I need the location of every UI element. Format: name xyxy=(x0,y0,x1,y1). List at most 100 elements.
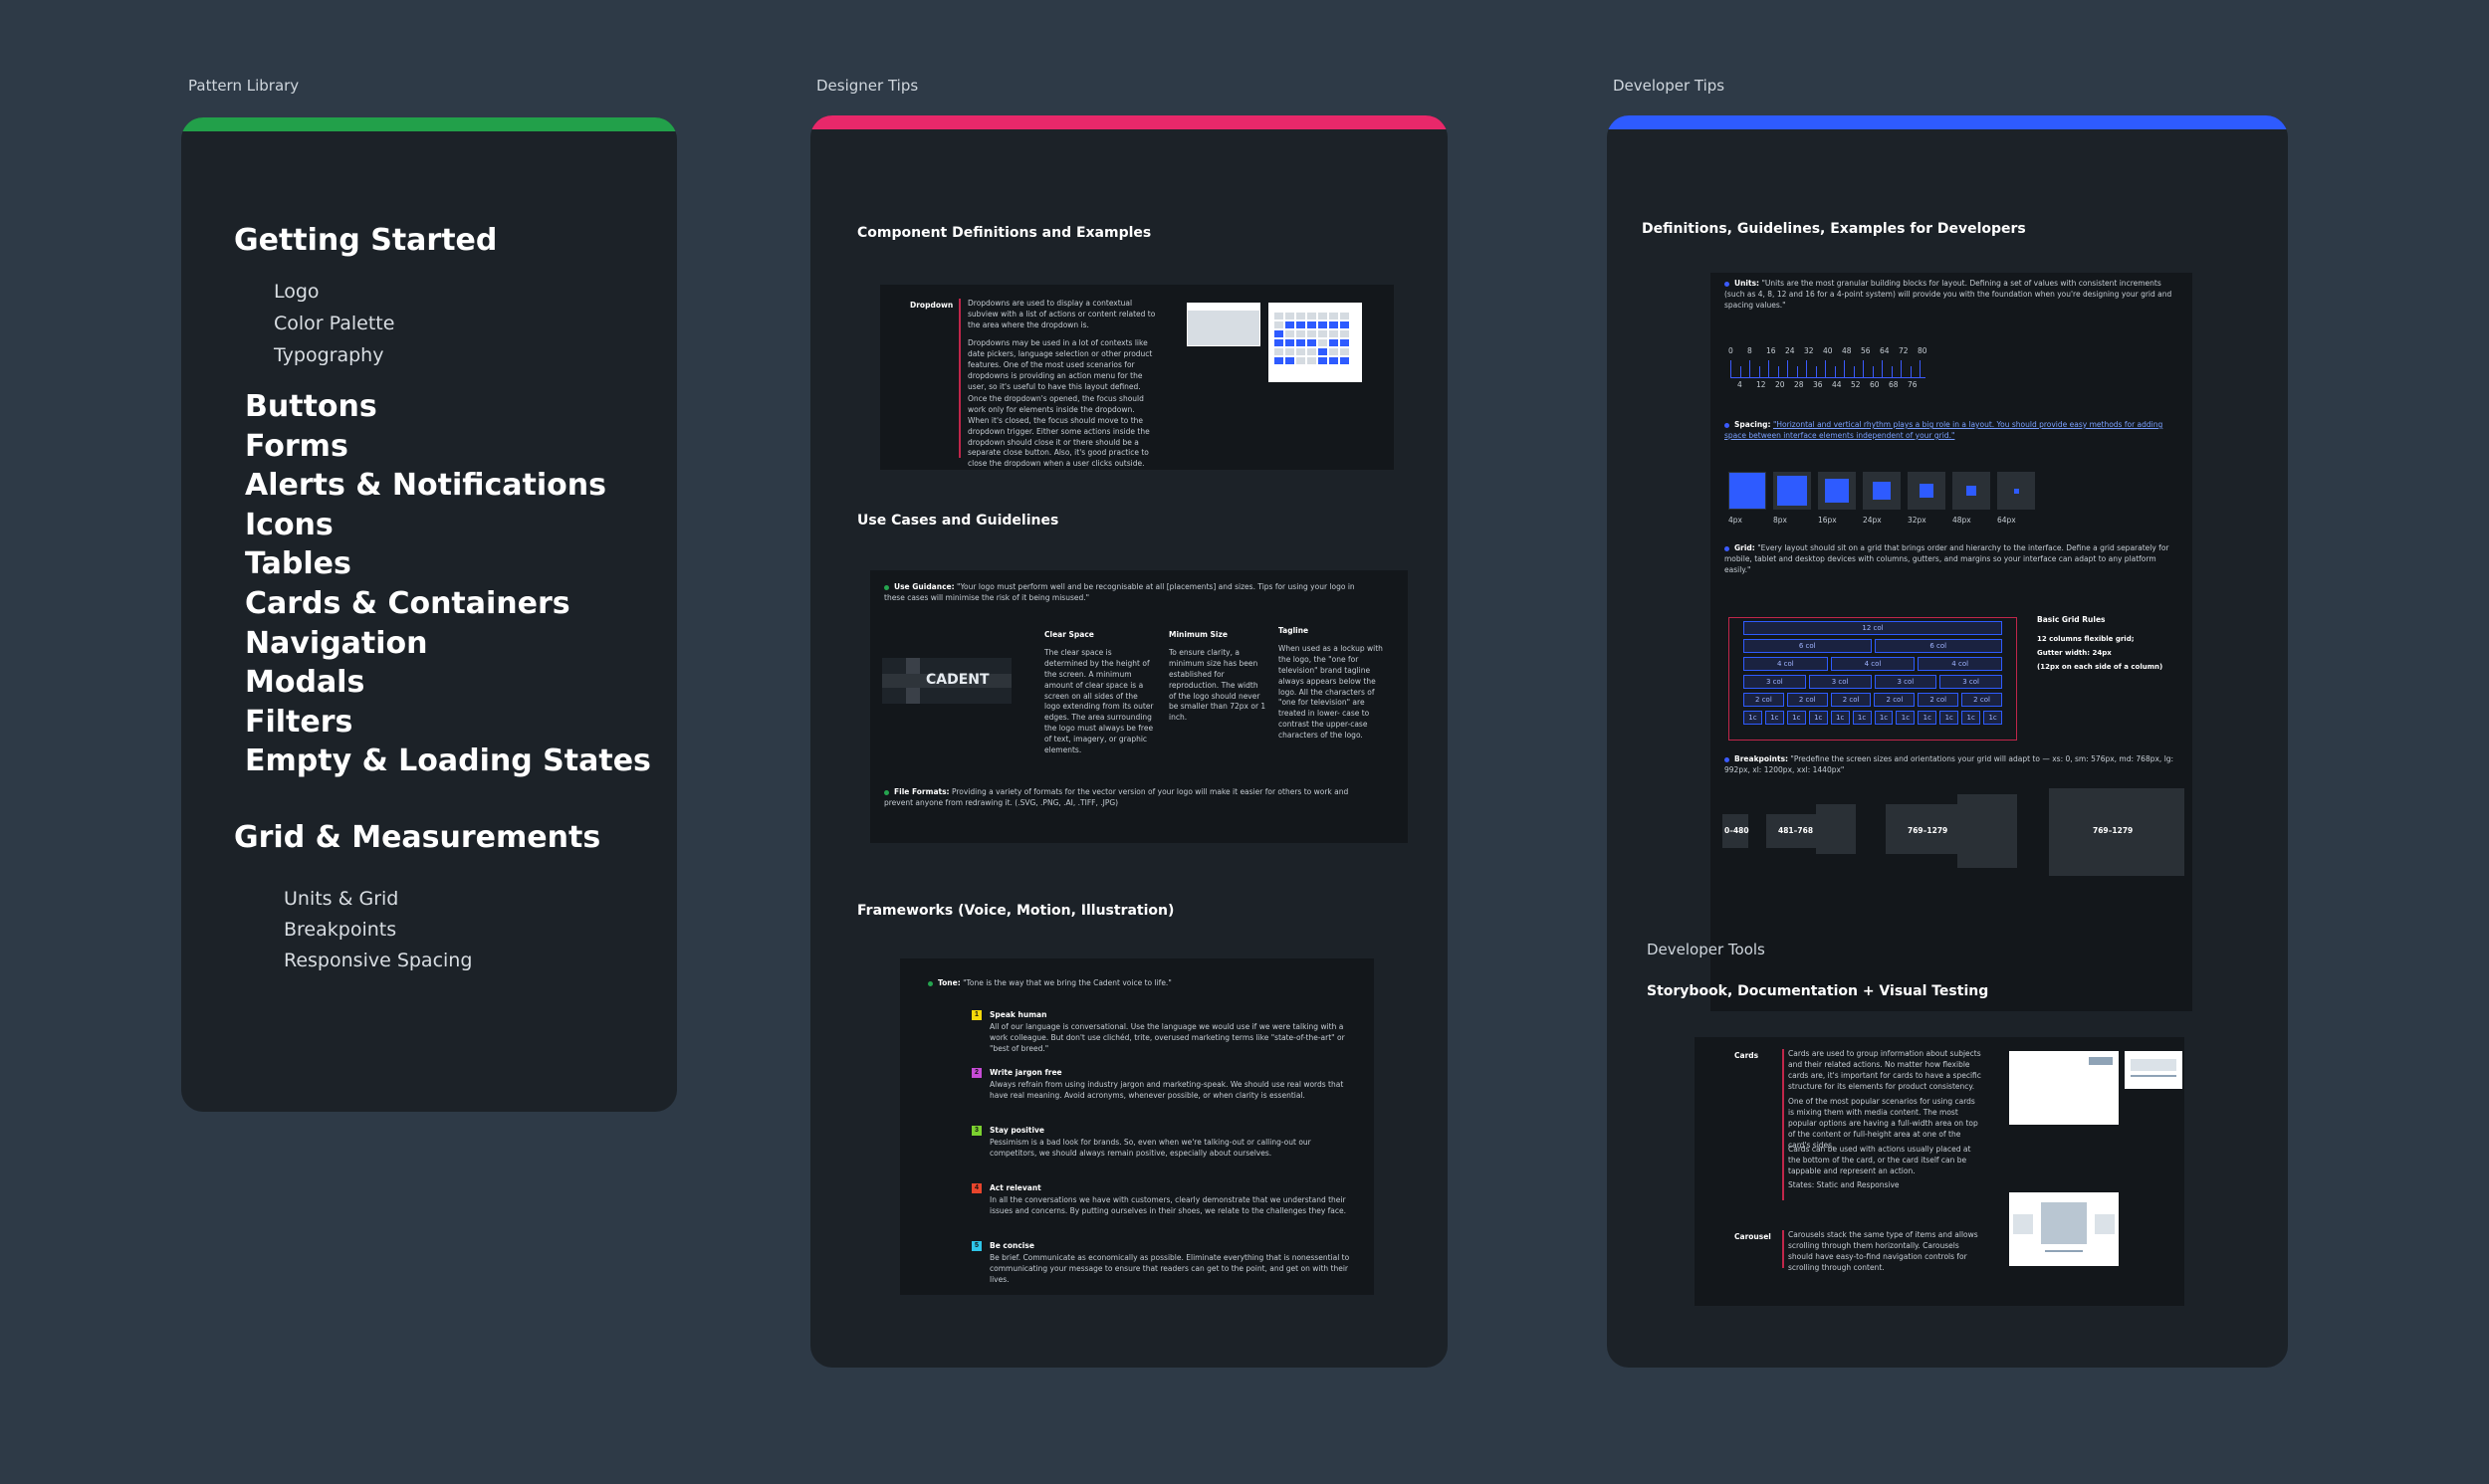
calendar-day xyxy=(1318,321,1327,328)
ruler-bottom-label: 44 xyxy=(1832,380,1842,389)
calendar-day xyxy=(1329,313,1338,319)
nav-sub-item[interactable]: Responsive Spacing xyxy=(284,950,472,971)
carousel-label: Carousel xyxy=(1734,1232,1771,1241)
tone-item-title: Act relevant xyxy=(990,1183,1041,1192)
nav-main-item[interactable]: Alerts & Notifications xyxy=(245,468,606,503)
ruler-bottom-label: 4 xyxy=(1737,380,1742,389)
calendar-day xyxy=(1274,330,1283,337)
logo-wordmark: CADENT xyxy=(926,672,990,688)
ruler-top-label: 16 xyxy=(1766,346,1776,355)
spacing-label: 16px xyxy=(1818,516,1837,525)
accent-rule xyxy=(1782,1049,1784,1200)
calendar-day xyxy=(1318,348,1327,355)
clear-space-text: The clear space is determined by the hei… xyxy=(1044,648,1154,754)
grid-cell: 1c xyxy=(1764,711,1784,725)
calendar-day xyxy=(1285,330,1294,337)
nav-main-item[interactable]: Modals xyxy=(245,665,364,700)
nav-grid-measurements[interactable]: Grid & Measurements xyxy=(234,820,600,855)
ruler-tick xyxy=(1853,366,1855,378)
ruler-tick xyxy=(1796,366,1798,378)
calendar-day xyxy=(1340,357,1349,364)
ruler-tick xyxy=(1825,360,1826,378)
nav-sub-item[interactable]: Logo xyxy=(274,281,320,303)
calendar-day xyxy=(1296,339,1305,346)
grid-cell: 3 col xyxy=(1939,675,2002,689)
ruler-bottom-label: 52 xyxy=(1851,380,1861,389)
spacing-label: 64px xyxy=(1997,516,2016,525)
grid-rule-line: 12 columns flexible grid; xyxy=(2037,635,2135,643)
calendar-day xyxy=(1296,357,1305,364)
grid-rule-line: Gutter width: 24px xyxy=(2037,649,2112,657)
pattern-library-label: Pattern Library xyxy=(188,77,300,95)
nav-main-item[interactable]: Icons xyxy=(245,508,334,542)
grid-row: 3 col 3 col 3 col 3 col xyxy=(1743,675,2002,689)
calendar-day xyxy=(1274,313,1283,319)
nav-main-item[interactable]: Forms xyxy=(245,429,348,464)
grid-cell: 3 col xyxy=(1743,675,1806,689)
ruler-tick xyxy=(1910,366,1912,378)
nav-main-item[interactable]: Cards & Containers xyxy=(245,586,570,621)
nav-getting-started[interactable]: Getting Started xyxy=(234,223,497,258)
ruler-tick xyxy=(1863,360,1864,378)
nav-sub-item[interactable]: Color Palette xyxy=(274,313,394,334)
spacing-swatch xyxy=(1818,472,1856,510)
grid-row: 4 col 4 col 4 col xyxy=(1743,657,2003,671)
ruler-bottom-label: 60 xyxy=(1870,380,1880,389)
cards-label: Cards xyxy=(1734,1051,1759,1060)
calendar-day xyxy=(1274,348,1283,355)
ruler-top-label: 56 xyxy=(1861,346,1871,355)
spacing-fill xyxy=(1777,476,1807,506)
dropdown-text-1: Dropdowns are used to display a contextu… xyxy=(968,299,1156,329)
carousel-preview-image xyxy=(2009,1192,2119,1266)
spacing-fill xyxy=(2013,488,2019,494)
calendar-day xyxy=(1285,348,1294,355)
nav-main-item[interactable]: Navigation xyxy=(245,626,428,661)
grid-cell: 1c xyxy=(1852,711,1872,725)
use-guidance-text: Use Guidance: "Your logo must perform we… xyxy=(884,582,1355,602)
grid-cell: 1c xyxy=(1896,711,1916,725)
calendar-day xyxy=(1296,348,1305,355)
grid-cell: 2 col xyxy=(1874,693,1916,707)
cards-text-2: One of the most popular scenarios for us… xyxy=(1788,1097,1978,1150)
nav-main-item[interactable]: Buttons xyxy=(245,389,377,424)
ruler-bottom-label: 12 xyxy=(1756,380,1766,389)
spacing-scale: 4px 8px 16px 24px 32px 48px 64px xyxy=(1728,472,2057,531)
calendar-day xyxy=(1274,321,1283,328)
developer-tips-label: Developer Tips xyxy=(1613,77,1725,95)
ruler-top-label: 80 xyxy=(1918,346,1927,355)
pattern-library-panel: Getting Started Logo Color Palette Typogra… xyxy=(181,117,677,1112)
ruler-top-label: 24 xyxy=(1785,346,1795,355)
developer-tools-label: Developer Tools xyxy=(1647,941,1765,958)
storybook-card: Cards Cards are used to group informatio… xyxy=(1695,1037,2184,1306)
frameworks-title: Frameworks (Voice, Motion, Illustration) xyxy=(857,903,1175,919)
grid-cell: 3 col xyxy=(1808,675,1872,689)
grid-cell: 2 col xyxy=(1743,693,1784,707)
designer-tips-label: Designer Tips xyxy=(816,77,919,95)
card-preview-image xyxy=(2009,1051,2119,1125)
date-picker-preview-image xyxy=(1268,303,1362,382)
spacing-swatch xyxy=(1908,472,1945,510)
grid-cell: 6 col xyxy=(1874,639,2002,653)
nav-main-item[interactable]: Filters xyxy=(245,705,352,740)
spacing-label: 32px xyxy=(1908,516,1926,525)
cards-text-1: Cards are used to group information abou… xyxy=(1788,1049,1981,1091)
calendar-day xyxy=(1340,313,1349,319)
tone-item-title: Stay positive xyxy=(990,1126,1045,1135)
nav-sub-item[interactable]: Units & Grid xyxy=(284,888,398,910)
dropdown-card: Dropdown Dropdowns are used to display a… xyxy=(880,285,1394,470)
nav-main-item[interactable]: Tables xyxy=(245,546,351,581)
nav-sub-item[interactable]: Breakpoints xyxy=(284,919,396,941)
grid-cell: 2 col xyxy=(1918,693,1959,707)
ruler-top-label: 8 xyxy=(1747,346,1752,355)
nav-main-item[interactable]: Empty & Loading States xyxy=(245,743,651,778)
calendar-day xyxy=(1307,348,1316,355)
grid-cell: 1c xyxy=(1918,711,1937,725)
nav-sub-item[interactable]: Typography xyxy=(274,344,383,366)
grid-cell: 2 col xyxy=(1961,693,2002,707)
spacing-swatch xyxy=(1952,472,1990,510)
grid-row: 6 col 6 col xyxy=(1743,639,2002,653)
developer-definitions-title: Definitions, Guidelines, Examples for De… xyxy=(1642,221,2026,237)
grid-cell: 1c xyxy=(1786,711,1806,725)
grid-text: Grid: "Every layout should sit on a grid… xyxy=(1724,543,2169,574)
calendar-day xyxy=(1307,357,1316,364)
